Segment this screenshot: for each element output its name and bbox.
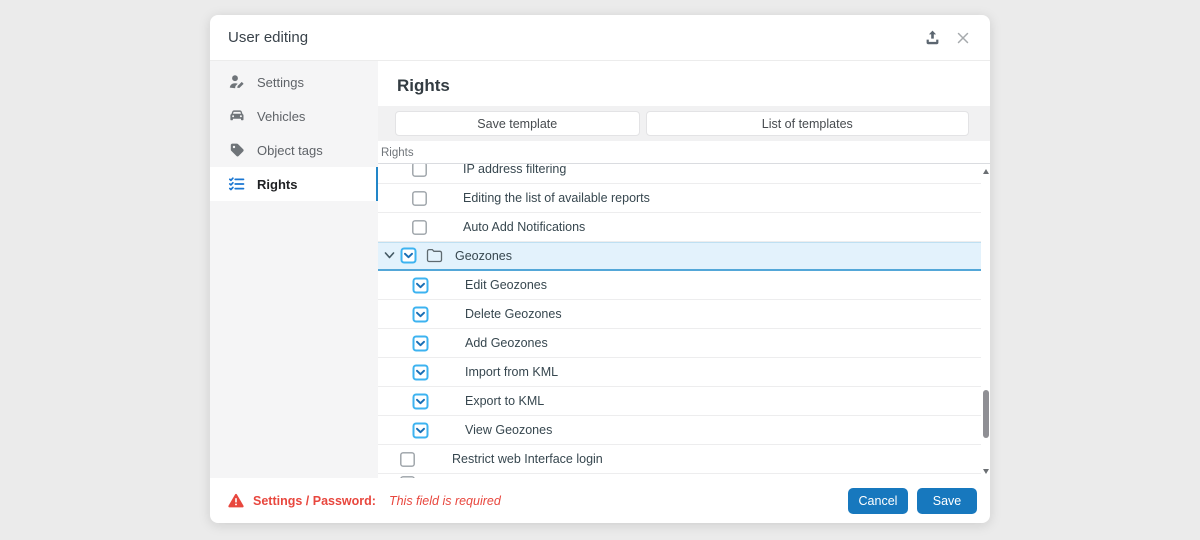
row-label: Edit Geozones xyxy=(465,278,547,292)
rights-rows: IP address filtering Editing the list of … xyxy=(378,163,981,478)
upload-icon[interactable] xyxy=(924,29,941,46)
modal-body: Settings Vehicles Object tags Rights xyxy=(210,61,990,478)
tag-icon xyxy=(228,141,246,159)
folder-icon xyxy=(426,248,443,263)
sidebar: Settings Vehicles Object tags Rights xyxy=(210,61,378,478)
rights-row[interactable]: Editing the list of available reports xyxy=(378,184,981,213)
row-checkbox[interactable] xyxy=(412,335,429,352)
rights-row[interactable]: Add Geozones xyxy=(378,329,981,358)
modal-footer: Settings / Password: This field is requi… xyxy=(210,478,990,523)
row-label: Delete Geozones xyxy=(465,307,562,321)
row-label: IP address filtering xyxy=(463,163,566,176)
template-toolbar: Save template List of templates xyxy=(378,106,990,141)
checklist-icon xyxy=(228,175,246,193)
list-of-templates-button[interactable]: List of templates xyxy=(646,111,969,136)
row-label: Geozones xyxy=(455,249,512,263)
rights-list: IP address filtering Editing the list of … xyxy=(378,163,990,478)
rights-row[interactable]: View Geozones xyxy=(378,416,981,445)
row-checkbox[interactable] xyxy=(412,364,429,381)
sidebar-item-label: Settings xyxy=(257,75,304,90)
sidebar-item-label: Vehicles xyxy=(257,109,305,124)
rights-row[interactable]: Auto Add Notifications xyxy=(378,213,981,242)
row-checkbox[interactable] xyxy=(412,277,429,294)
error-field-label: Settings / Password: xyxy=(253,494,376,508)
row-checkbox[interactable] xyxy=(412,220,427,235)
vertical-scrollbar[interactable] xyxy=(982,165,990,478)
row-checkbox[interactable] xyxy=(412,393,429,410)
rights-row[interactable]: Delete Geozones xyxy=(378,300,981,329)
car-icon xyxy=(228,107,246,125)
error-message: This field is required xyxy=(389,494,501,508)
row-checkbox[interactable] xyxy=(412,163,427,177)
row-label: Add Geozones xyxy=(465,336,548,350)
rights-list-label: Rights xyxy=(381,147,990,159)
rights-panel: Rights Save template List of templates R… xyxy=(378,61,990,478)
save-button[interactable]: Save xyxy=(917,488,977,514)
row-label: Import from KML xyxy=(465,365,558,379)
scrollbar-up-arrow-icon[interactable] xyxy=(983,169,989,174)
cancel-button[interactable]: Cancel xyxy=(848,488,908,514)
row-label: Export to KML xyxy=(465,394,544,408)
sidebar-item-settings[interactable]: Settings xyxy=(210,65,378,99)
user-edit-icon xyxy=(228,73,246,91)
row-label: View Geozones xyxy=(465,423,552,437)
sidebar-item-object-tags[interactable]: Object tags xyxy=(210,133,378,167)
row-checkbox[interactable] xyxy=(412,191,427,206)
header-actions xyxy=(924,29,970,46)
modal-title: User editing xyxy=(228,29,308,46)
scrollbar-down-arrow-icon[interactable] xyxy=(983,469,989,474)
sidebar-item-vehicles[interactable]: Vehicles xyxy=(210,99,378,133)
chevron-down-icon[interactable] xyxy=(383,249,396,262)
row-checkbox[interactable] xyxy=(412,422,429,439)
row-checkbox[interactable] xyxy=(400,476,415,478)
rights-group-row[interactable]: Geozones xyxy=(378,242,981,271)
sidebar-item-label: Rights xyxy=(257,177,297,192)
user-editing-modal: User editing Settings Vehicles xyxy=(210,15,990,523)
validation-error: Settings / Password: This field is requi… xyxy=(228,493,501,508)
sidebar-item-rights[interactable]: Rights xyxy=(210,167,378,201)
rights-row[interactable] xyxy=(378,474,981,478)
footer-buttons: Cancel Save xyxy=(848,488,977,514)
rights-row[interactable]: Import from KML xyxy=(378,358,981,387)
warning-icon xyxy=(228,493,244,508)
scrollbar-thumb[interactable] xyxy=(983,390,989,438)
close-icon[interactable] xyxy=(956,31,970,45)
sidebar-item-label: Object tags xyxy=(257,143,323,158)
row-label: Auto Add Notifications xyxy=(463,220,585,234)
rights-heading: Rights xyxy=(397,76,990,96)
row-checkbox[interactable] xyxy=(412,306,429,323)
rights-row[interactable]: Edit Geozones xyxy=(378,271,981,300)
rights-row[interactable]: Restrict web Interface login xyxy=(378,445,981,474)
row-checkbox[interactable] xyxy=(400,452,415,467)
save-template-button[interactable]: Save template xyxy=(395,111,640,136)
row-checkbox[interactable] xyxy=(400,247,417,264)
rights-row[interactable]: IP address filtering xyxy=(378,163,981,184)
row-label: Restrict web Interface login xyxy=(452,452,603,466)
rights-row[interactable]: Export to KML xyxy=(378,387,981,416)
modal-header: User editing xyxy=(210,15,990,61)
row-label: Editing the list of available reports xyxy=(463,191,650,205)
